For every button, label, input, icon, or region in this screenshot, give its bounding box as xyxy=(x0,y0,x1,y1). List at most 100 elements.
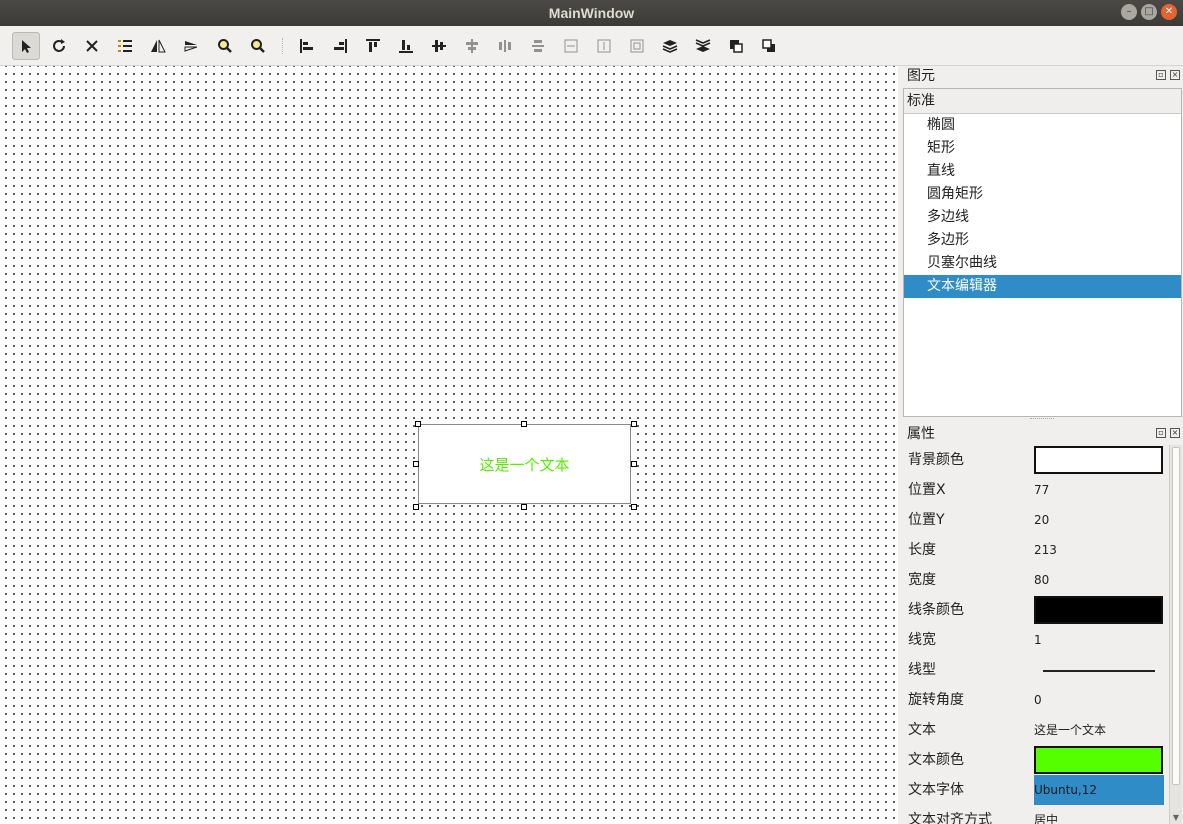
tree-item[interactable]: 多边线 xyxy=(904,206,1181,229)
send-to-back-button[interactable] xyxy=(689,32,717,60)
property-row[interactable]: 线宽 1 xyxy=(903,625,1169,655)
elements-tree: 标准 椭圆 矩形 直线 圆角矩形 多边线 多边形 贝塞尔曲线 文本编辑器 xyxy=(903,88,1182,417)
align-left-button[interactable] xyxy=(293,32,321,60)
resize-handle-bottom-left[interactable] xyxy=(413,504,419,510)
property-name: 线宽 xyxy=(908,632,936,648)
minimize-button[interactable]: – xyxy=(1121,4,1137,20)
resize-handle-right[interactable] xyxy=(631,461,637,467)
align-top-button[interactable] xyxy=(359,32,387,60)
close-icon[interactable]: × xyxy=(1170,428,1180,438)
font-value[interactable]: Ubuntu,12 xyxy=(1034,775,1164,805)
close-button[interactable]: ✕ xyxy=(1161,4,1177,20)
ungroup-icon xyxy=(762,39,775,52)
zoom-out-button[interactable] xyxy=(244,32,272,60)
color-swatch[interactable] xyxy=(1034,746,1163,774)
drawing-canvas[interactable]: 这是一个文本 xyxy=(0,66,898,824)
property-value[interactable]: 213 xyxy=(1034,535,1057,565)
align-vertical-center-icon xyxy=(466,39,478,53)
send-to-back-icon xyxy=(695,39,711,52)
distribute-vertical-icon xyxy=(532,40,544,52)
tree-item[interactable]: 贝塞尔曲线 xyxy=(904,252,1181,275)
ungroup-button[interactable] xyxy=(755,32,783,60)
property-name: 线条颜色 xyxy=(908,602,964,618)
resize-handle-top-right[interactable] xyxy=(631,421,637,427)
flip-vertical-button[interactable] xyxy=(177,32,205,60)
property-name: 位置Y xyxy=(908,512,945,528)
property-row[interactable]: 文本 这是一个文本 xyxy=(903,715,1169,745)
property-value[interactable]: 20 xyxy=(1034,505,1049,535)
same-size-button[interactable] xyxy=(623,32,651,60)
align-horizontal-center-button[interactable] xyxy=(425,32,453,60)
property-value[interactable]: 0 xyxy=(1034,685,1042,715)
properties-scrollbar[interactable]: ▼ xyxy=(1169,445,1182,824)
property-row[interactable]: 文本颜色 xyxy=(903,745,1169,775)
resize-handle-bottom-right[interactable] xyxy=(631,504,637,510)
text-item-label: 这是一个文本 xyxy=(479,455,570,474)
select-arrow-button[interactable] xyxy=(12,32,40,60)
distribute-vertical-button[interactable] xyxy=(524,32,552,60)
zoom-in-button[interactable] xyxy=(211,32,239,60)
same-width-button[interactable] xyxy=(557,32,585,60)
property-row[interactable]: 线型 xyxy=(903,655,1169,685)
toolbar xyxy=(0,26,1183,66)
bring-to-front-button[interactable] xyxy=(656,32,684,60)
distribute-horizontal-button[interactable] xyxy=(491,32,519,60)
float-icon[interactable]: ▫ xyxy=(1156,70,1166,80)
tree-item[interactable]: 圆角矩形 xyxy=(904,183,1181,206)
align-right-button[interactable] xyxy=(326,32,354,60)
property-row[interactable]: 长度 213 xyxy=(903,535,1169,565)
close-icon[interactable]: × xyxy=(1170,70,1180,80)
resize-handle-top-left[interactable] xyxy=(415,421,421,427)
property-row[interactable]: 文本字体 Ubuntu,12 xyxy=(903,775,1169,805)
delete-button[interactable] xyxy=(78,32,106,60)
property-value[interactable]: 80 xyxy=(1034,565,1049,595)
same-size-icon xyxy=(630,39,644,53)
text-item[interactable]: 这是一个文本 xyxy=(418,424,631,504)
align-left-icon xyxy=(300,39,313,53)
resize-handle-top[interactable] xyxy=(521,421,527,427)
delete-icon xyxy=(86,40,98,52)
group-button[interactable] xyxy=(722,32,750,60)
property-value[interactable]: 居中 xyxy=(1034,805,1058,824)
align-bottom-icon xyxy=(399,40,413,53)
line-style-preview[interactable] xyxy=(1043,670,1155,672)
float-icon[interactable]: ▫ xyxy=(1156,428,1166,438)
property-row[interactable]: 宽度 80 xyxy=(903,565,1169,595)
scrollbar-thumb[interactable] xyxy=(1172,447,1180,785)
property-row[interactable]: 背景颜色 xyxy=(903,445,1169,475)
list-button[interactable] xyxy=(111,32,139,60)
properties-dock-title-text: 属性 xyxy=(907,426,935,442)
property-row[interactable]: 文本对齐方式 居中 xyxy=(903,805,1169,824)
rotate-button[interactable] xyxy=(45,32,73,60)
align-vertical-center-button[interactable] xyxy=(458,32,486,60)
tree-item[interactable]: 椭圆 xyxy=(904,114,1181,137)
same-height-button[interactable] xyxy=(590,32,618,60)
property-value[interactable]: 77 xyxy=(1034,475,1049,505)
tree-item[interactable]: 直线 xyxy=(904,160,1181,183)
color-swatch[interactable] xyxy=(1034,596,1163,624)
property-row[interactable]: 位置X 77 xyxy=(903,475,1169,505)
flip-horizontal-button[interactable] xyxy=(144,32,172,60)
distribute-horizontal-icon xyxy=(499,40,511,52)
align-bottom-button[interactable] xyxy=(392,32,420,60)
property-value[interactable]: 1 xyxy=(1034,625,1042,655)
property-name: 位置X xyxy=(908,482,946,498)
tree-item[interactable]: 多边形 xyxy=(904,229,1181,252)
property-name: 文本对齐方式 xyxy=(908,812,992,824)
property-row[interactable]: 线条颜色 xyxy=(903,595,1169,625)
select-arrow-icon xyxy=(22,40,31,53)
same-width-icon xyxy=(564,39,578,53)
dock-splitter[interactable] xyxy=(1030,418,1054,421)
property-value[interactable]: 这是一个文本 xyxy=(1034,715,1106,745)
scroll-down-arrow-icon[interactable]: ▼ xyxy=(1171,813,1181,823)
resize-handle-bottom[interactable] xyxy=(521,504,527,510)
property-name: 长度 xyxy=(908,542,936,558)
tree-item[interactable]: 矩形 xyxy=(904,137,1181,160)
tree-item[interactable]: 文本编辑器 xyxy=(904,275,1181,298)
resize-handle-left[interactable] xyxy=(413,461,419,467)
zoom-out-icon xyxy=(251,39,265,53)
maximize-button[interactable]: □ xyxy=(1141,4,1157,20)
property-row[interactable]: 旋转角度 0 xyxy=(903,685,1169,715)
color-swatch[interactable] xyxy=(1034,446,1163,474)
property-row[interactable]: 位置Y 20 xyxy=(903,505,1169,535)
